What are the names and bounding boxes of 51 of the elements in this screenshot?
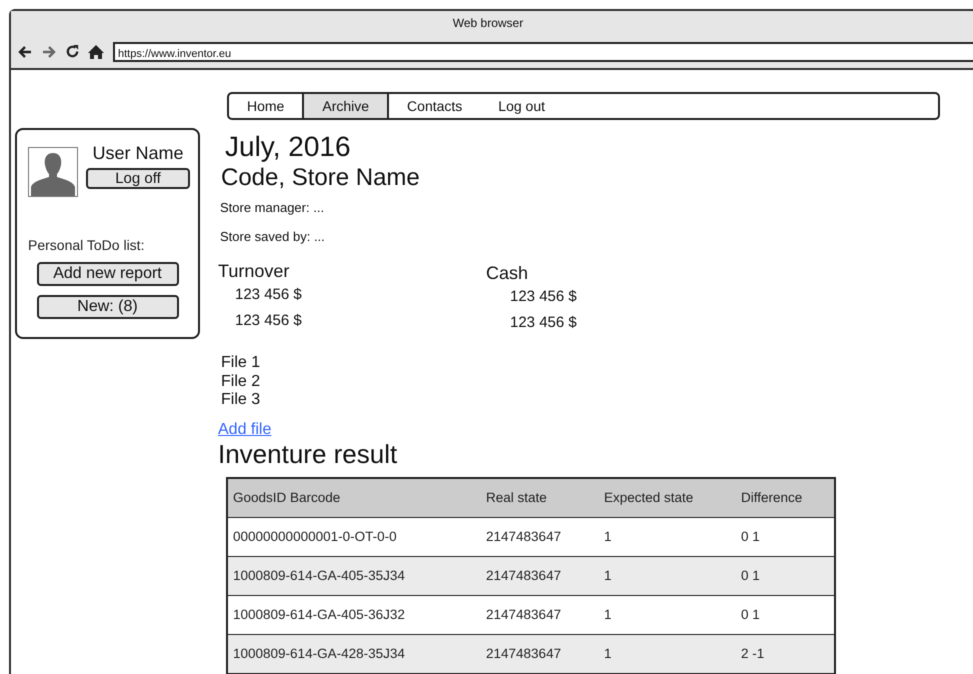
add-file-link[interactable]: Add file <box>218 420 272 438</box>
add-report-button[interactable]: Add new report <box>36 262 178 286</box>
column-header: Difference <box>740 490 804 505</box>
table-cell-text: 1 <box>603 568 613 583</box>
column-header: Real state <box>485 490 548 505</box>
table-cell-text: 0 1 <box>740 607 761 622</box>
table-cell-text: 0 1 <box>740 568 761 583</box>
month-heading: July, 2016 <box>225 131 351 163</box>
result-heading: Inventure result <box>218 438 398 468</box>
forward-icon[interactable] <box>41 44 57 60</box>
avatar-icon <box>28 147 78 197</box>
file-item[interactable]: File 1 <box>221 354 260 372</box>
file-item[interactable]: File 3 <box>221 391 260 410</box>
detail-text: Store saved by: ... <box>220 228 325 246</box>
table-cell-text: 1 <box>603 646 613 661</box>
address-field[interactable]: https://www.inventor.eu <box>113 42 973 62</box>
figure-title: Cash <box>486 262 530 284</box>
window-title: Web browser <box>452 16 524 30</box>
figure-value: 123 456 $ <box>235 285 303 305</box>
store-heading: Code, Store Name <box>221 163 420 193</box>
back-icon[interactable] <box>17 44 33 60</box>
reload-icon[interactable] <box>65 44 80 59</box>
table-cell-text: 2147483647 <box>485 529 562 544</box>
table-cell-text: 00000000000001-0-OT-0-0 <box>232 529 398 544</box>
nav-tab[interactable]: Home <box>229 94 302 118</box>
figure-value: 123 456 $ <box>510 287 577 307</box>
table-cell-text: 2147483647 <box>485 568 562 583</box>
column-header: GoodsID Barcode <box>232 490 342 505</box>
nav-tab[interactable]: Contacts <box>389 94 480 118</box>
column-header: Expected state <box>603 490 694 505</box>
table-cell-text: 1 <box>603 607 613 622</box>
nav-tab[interactable]: Archive <box>302 94 390 118</box>
figure-title: Turnover <box>218 260 290 282</box>
table-cell-text: 2147483647 <box>485 607 562 622</box>
user-name: User Name <box>92 143 184 164</box>
todo-label: Personal ToDo list: <box>28 237 146 253</box>
new-reports-button[interactable]: New: (8) <box>36 295 178 319</box>
table-cell-text: 0 1 <box>740 529 761 544</box>
figure-value: 123 456 $ <box>235 311 303 331</box>
table-cell-text: 1000809-614-GA-405-35J34 <box>232 568 406 583</box>
table-cell-text: 1000809-614-GA-428-35J34 <box>232 646 406 661</box>
home-icon[interactable] <box>88 44 104 60</box>
nav-tab[interactable]: Log out <box>480 94 564 118</box>
table-cell-text: 2 -1 <box>740 646 766 661</box>
table-cell-text: 1000809-614-GA-405-36J32 <box>232 607 406 622</box>
log-off-button[interactable]: Log off <box>86 168 190 189</box>
figure-value: 123 456 $ <box>510 313 577 333</box>
file-item[interactable]: File 2 <box>221 372 260 391</box>
table-cell-text: 2147483647 <box>485 646 562 661</box>
table-cell-text: 1 <box>603 529 613 544</box>
detail-text: Store manager: ... <box>220 199 325 217</box>
